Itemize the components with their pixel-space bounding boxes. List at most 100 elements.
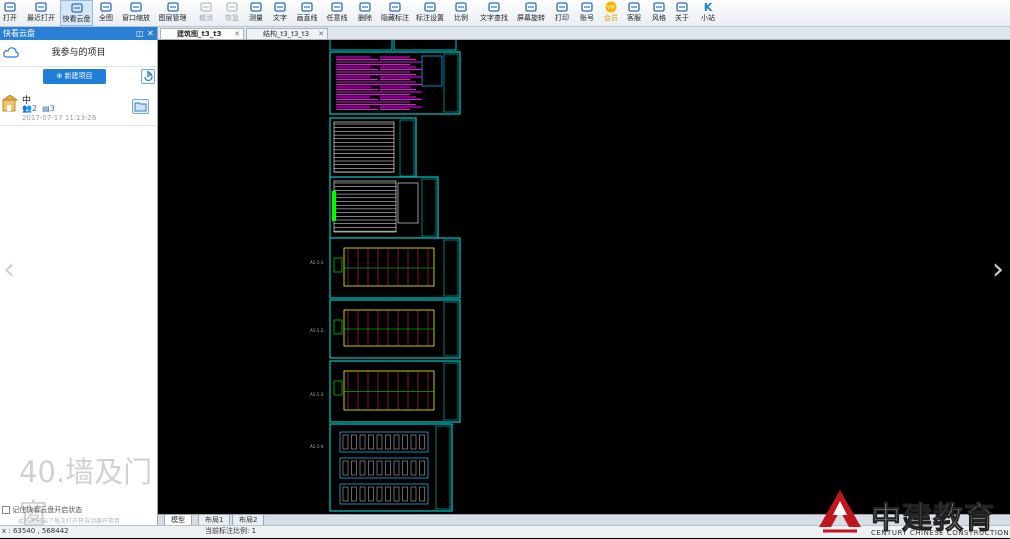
- toolbar-button-3[interactable]: 全图: [96, 0, 116, 26]
- drawing-canvas[interactable]: A1-1-1 A1-1-2 A1-1-3 A1-1-4: [158, 37, 1010, 514]
- folder-icon: [134, 102, 147, 112]
- measure-icon: [249, 1, 263, 13]
- svg-text:VIP: VIP: [607, 5, 615, 11]
- toolbar-button-2[interactable]: 快看云盘: [60, 0, 93, 26]
- tab-structure[interactable]: 结构_t3_t3_t3 ✕: [246, 28, 328, 39]
- printer-icon: [555, 1, 569, 13]
- toolbar-button-6[interactable]: 撤消: [196, 0, 216, 26]
- toolbar-button-20[interactable]: VIP 会员: [603, 0, 619, 26]
- project-date: 2017-07-17 11:13:26: [22, 114, 97, 122]
- cad-drawing[interactable]: A1-1-1 A1-1-2 A1-1-3 A1-1-4: [158, 37, 1010, 514]
- close-tab-icon[interactable]: ✕: [318, 29, 324, 40]
- drawing-label: A1-1-2: [310, 328, 324, 333]
- new-project-label: 新建项目: [64, 72, 93, 80]
- toolbar-button-16[interactable]: 文字查找: [477, 0, 511, 26]
- toolbar-label: 打印: [555, 14, 569, 22]
- drawing-label: A1-1-3: [310, 392, 324, 397]
- toolbar-button-18[interactable]: 打印: [552, 0, 572, 26]
- toolbar-button-11[interactable]: 任意线: [324, 0, 350, 26]
- cloud-sidebar: 快看云盘 ◫ ✕ 我参与的项目 ⊕ 新建项目 中 👥2 ▤3 2017-07-1…: [0, 27, 158, 537]
- toolbar-button-1[interactable]: 最近打开: [25, 0, 57, 26]
- checkbox-box[interactable]: [2, 506, 10, 514]
- file-count: 3: [49, 104, 55, 113]
- toolbar-button-8[interactable]: 测量: [246, 0, 266, 26]
- pencil-icon: [330, 1, 344, 13]
- toolbar-label: 窗口缩放: [122, 14, 150, 22]
- plus-icon: ⊕: [56, 72, 65, 80]
- toolbar-label: 快看云盘: [62, 15, 91, 23]
- scale-icon: [454, 1, 468, 13]
- toolbar-button-10[interactable]: 画直线: [294, 0, 320, 26]
- find-text-icon: [487, 1, 501, 13]
- toolbar-button-23[interactable]: 关于: [673, 0, 691, 26]
- toolbar-button-14[interactable]: 标注设置: [414, 0, 446, 26]
- project-item[interactable]: 中 👥2 ▤3 2017-07-17 11:13:26: [0, 91, 157, 126]
- member-count: 2: [31, 104, 38, 113]
- undo-icon: [199, 1, 213, 13]
- toolbar-button-9[interactable]: 文字: [270, 0, 290, 26]
- line-icon: [300, 1, 314, 13]
- toolbar-button-15[interactable]: 比例: [450, 0, 472, 26]
- toolbar-label: 文字查找: [480, 14, 508, 22]
- toolbar-label: 恢复: [225, 14, 239, 22]
- eraser-icon: [358, 1, 372, 13]
- toolbar-button-12[interactable]: 删除: [354, 0, 376, 26]
- sheet-frame: [329, 37, 393, 51]
- pin-icon[interactable]: ◫: [136, 27, 144, 40]
- toolbar-button-13[interactable]: 隐藏标注: [380, 0, 410, 26]
- new-project-button[interactable]: ⊕ 新建项目: [43, 69, 106, 84]
- next-arrow-icon[interactable]: ›: [992, 252, 1004, 287]
- open-folder-button[interactable]: [132, 99, 149, 114]
- toolbar-label: 撤消: [199, 14, 213, 22]
- toolbar-label: 小站: [701, 14, 715, 22]
- toolbar-button-7[interactable]: 恢复: [222, 0, 242, 26]
- svg-text:K: K: [704, 1, 713, 13]
- toolbar-button-5[interactable]: 图层管理: [155, 0, 190, 26]
- brand-name-en: CENTURY CHINESE CONSTRUCTION: [871, 529, 1010, 537]
- fit-icon: [99, 1, 113, 13]
- toolbar-button-21[interactable]: 客服: [624, 0, 644, 26]
- scale-readout: 当前标注比例: 1: [205, 527, 257, 535]
- drawing-label: A1-1-4: [310, 444, 324, 449]
- toolbar-button-24[interactable]: K 小站: [698, 0, 718, 26]
- toolbar-button-4[interactable]: 窗口缩放: [120, 0, 152, 26]
- toolbar-label: 任意线: [326, 14, 348, 22]
- cloud-icon: [70, 2, 84, 14]
- tab-label: 结构_t3_t3_t3: [263, 30, 310, 38]
- refresh-icon: [144, 70, 153, 81]
- tab-architecture[interactable]: 建筑图_t3_t3 ✕: [160, 28, 244, 39]
- refresh-button[interactable]: [141, 69, 155, 84]
- prev-arrow-icon[interactable]: ‹: [3, 252, 15, 287]
- toolbar-label: 关于: [675, 14, 689, 22]
- toolbar-label: 图层管理: [158, 14, 187, 22]
- folder-open-icon: [3, 1, 17, 13]
- main-toolbar: 打开 最近打开 快看云盘 全图 窗口缩放 图层管理 撤消 恢复 测量 文字 画直线 任意线 删除 隐藏标注…: [0, 0, 1010, 27]
- tab-label: 建筑图_t3_t3: [177, 30, 222, 38]
- toolbar-button-0[interactable]: 打开: [0, 0, 20, 26]
- remember-label: 记住快看云盘开启状态: [12, 506, 83, 514]
- style-icon: [652, 1, 666, 13]
- sheet-frame: [329, 423, 453, 512]
- toolbar-button-17[interactable]: 屏幕旋转: [514, 0, 548, 26]
- info-icon: [675, 1, 689, 13]
- toolbar-label: 最近打开: [27, 14, 55, 22]
- toolbar-label: 会员: [604, 14, 618, 22]
- toolbar-label: 文字: [273, 14, 287, 22]
- sheet-frame: [329, 117, 417, 179]
- toolbar-button-19[interactable]: 账号: [577, 0, 597, 26]
- coordinate-readout: x : 63540 , 568442: [2, 527, 69, 535]
- vip-icon: VIP: [604, 1, 618, 13]
- drawing-label: A1-1-1: [310, 260, 324, 265]
- close-icon[interactable]: ✕: [147, 27, 154, 40]
- layers-icon: [166, 1, 180, 13]
- document-tabs: 建筑图_t3_t3 ✕ 结构_t3_t3_t3 ✕: [158, 27, 1010, 40]
- close-tab-icon[interactable]: ✕: [234, 29, 240, 40]
- project-stats: 👥2 ▤3: [22, 104, 55, 113]
- toolbar-label: 打开: [3, 14, 17, 22]
- remember-state-checkbox[interactable]: 记住快看云盘开启状态: [2, 505, 82, 515]
- redo-icon: [225, 1, 239, 13]
- toolbar-button-22[interactable]: 风格: [650, 0, 668, 26]
- toolbar-label: 标注设置: [416, 14, 444, 22]
- remember-hint: 此开关开启了每次打开将自动展开项目: [18, 518, 121, 525]
- toolbar-label: 全图: [99, 14, 113, 22]
